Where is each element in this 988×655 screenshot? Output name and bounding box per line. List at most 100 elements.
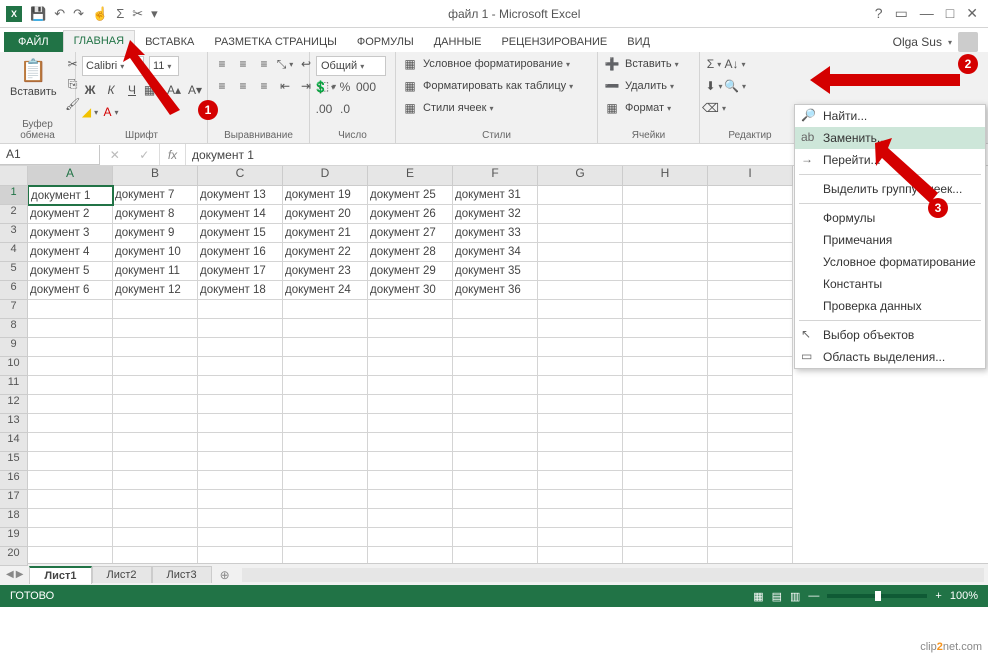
align-center-button[interactable]: ≡	[235, 78, 251, 94]
cell-F10[interactable]	[453, 357, 538, 376]
cell-D13[interactable]	[283, 414, 368, 433]
cell-D6[interactable]: документ 24	[283, 281, 368, 300]
cell-G9[interactable]	[538, 338, 623, 357]
menu-select-objects[interactable]: ↖Выбор объектов	[795, 324, 985, 346]
cell-C10[interactable]	[198, 357, 283, 376]
cell-A10[interactable]	[28, 357, 113, 376]
cell-D10[interactable]	[283, 357, 368, 376]
cell-A8[interactable]	[28, 319, 113, 338]
menu-cond-formatting[interactable]: Условное форматирование	[795, 251, 985, 273]
tab-page-layout[interactable]: РАЗМЕТКА СТРАНИЦЫ	[204, 32, 346, 52]
orientation-button[interactable]: ⤡	[277, 56, 293, 72]
cell-H7[interactable]	[623, 300, 708, 319]
horizontal-scrollbar[interactable]	[242, 568, 984, 582]
undo-icon[interactable]: ↶	[54, 6, 65, 22]
cell-I6[interactable]	[708, 281, 793, 300]
maximize-icon[interactable]: □	[946, 5, 954, 22]
cut-icon[interactable]: ✂	[132, 6, 143, 22]
cell-D14[interactable]	[283, 433, 368, 452]
cell-I20[interactable]	[708, 547, 793, 563]
cell-E8[interactable]	[368, 319, 453, 338]
touch-icon[interactable]: ☝	[92, 6, 108, 22]
zoom-in-icon[interactable]: +	[935, 590, 941, 602]
row-header-14[interactable]: 14	[0, 433, 28, 452]
cell-F1[interactable]: документ 31	[453, 186, 538, 205]
column-header-I[interactable]: I	[708, 166, 793, 186]
cell-C4[interactable]: документ 16	[198, 243, 283, 262]
sum-icon[interactable]: Σ	[116, 6, 124, 21]
cell-D8[interactable]	[283, 319, 368, 338]
cell-H19[interactable]	[623, 528, 708, 547]
tab-data[interactable]: ДАННЫЕ	[424, 32, 492, 52]
paste-button[interactable]: 📋 Вставить	[6, 56, 61, 100]
select-all-corner[interactable]	[0, 166, 28, 186]
cell-B3[interactable]: документ 9	[113, 224, 198, 243]
cell-B16[interactable]	[113, 471, 198, 490]
cell-E10[interactable]	[368, 357, 453, 376]
cell-B17[interactable]	[113, 490, 198, 509]
cell-I2[interactable]	[708, 205, 793, 224]
tab-file[interactable]: ФАЙЛ	[4, 32, 63, 52]
close-icon[interactable]: ✕	[966, 5, 978, 22]
cell-E1[interactable]: документ 25	[368, 186, 453, 205]
cell-I4[interactable]	[708, 243, 793, 262]
cell-A3[interactable]: документ 3	[28, 224, 113, 243]
cell-C14[interactable]	[198, 433, 283, 452]
cell-A17[interactable]	[28, 490, 113, 509]
row-header-1[interactable]: 1	[0, 186, 28, 205]
cell-A12[interactable]	[28, 395, 113, 414]
cell-A14[interactable]	[28, 433, 113, 452]
cell-I3[interactable]	[708, 224, 793, 243]
zoom-slider[interactable]	[827, 594, 927, 598]
cell-H9[interactable]	[623, 338, 708, 357]
row-header-19[interactable]: 19	[0, 528, 28, 547]
number-format-select[interactable]: Общий	[316, 56, 386, 76]
cell-C15[interactable]	[198, 452, 283, 471]
cell-I5[interactable]	[708, 262, 793, 281]
row-header-17[interactable]: 17	[0, 490, 28, 509]
column-header-F[interactable]: F	[453, 166, 538, 186]
row-header-11[interactable]: 11	[0, 376, 28, 395]
cell-E2[interactable]: документ 26	[368, 205, 453, 224]
sheet-nav-next-icon[interactable]: ▶	[16, 569, 24, 580]
cell-G1[interactable]	[538, 186, 623, 205]
cell-F2[interactable]: документ 32	[453, 205, 538, 224]
cell-H4[interactable]	[623, 243, 708, 262]
row-header-18[interactable]: 18	[0, 509, 28, 528]
cell-I14[interactable]	[708, 433, 793, 452]
bold-button[interactable]: Ж	[82, 82, 98, 98]
row-header-5[interactable]: 5	[0, 262, 28, 281]
cell-F6[interactable]: документ 36	[453, 281, 538, 300]
view-page-layout-icon[interactable]: ▤	[772, 590, 782, 603]
cell-F15[interactable]	[453, 452, 538, 471]
view-page-break-icon[interactable]: ▥	[790, 590, 800, 603]
cell-F19[interactable]	[453, 528, 538, 547]
zoom-percent[interactable]: 100%	[950, 590, 978, 602]
avatar[interactable]	[958, 32, 978, 52]
cell-F5[interactable]: документ 35	[453, 262, 538, 281]
cell-F14[interactable]	[453, 433, 538, 452]
cell-A5[interactable]: документ 5	[28, 262, 113, 281]
redo-icon[interactable]: ↷	[73, 6, 84, 22]
account-name[interactable]: Olga Sus	[893, 35, 942, 49]
sheet-tab-3[interactable]: Лист3	[152, 566, 212, 583]
tab-formulas[interactable]: ФОРМУЛЫ	[347, 32, 424, 52]
cell-I12[interactable]	[708, 395, 793, 414]
cell-A15[interactable]	[28, 452, 113, 471]
cell-E16[interactable]	[368, 471, 453, 490]
cell-A2[interactable]: документ 2	[28, 205, 113, 224]
menu-constants[interactable]: Константы	[795, 273, 985, 295]
cell-C18[interactable]	[198, 509, 283, 528]
cell-H11[interactable]	[623, 376, 708, 395]
cell-I16[interactable]	[708, 471, 793, 490]
cell-E13[interactable]	[368, 414, 453, 433]
cell-C11[interactable]	[198, 376, 283, 395]
row-header-12[interactable]: 12	[0, 395, 28, 414]
cell-B14[interactable]	[113, 433, 198, 452]
cell-C2[interactable]: документ 14	[198, 205, 283, 224]
qat-more-icon[interactable]: ▾	[151, 6, 158, 22]
cell-F9[interactable]	[453, 338, 538, 357]
decrease-decimal-button[interactable]: .0	[337, 101, 353, 117]
cell-E20[interactable]	[368, 547, 453, 563]
font-color-button[interactable]: A	[103, 104, 119, 120]
